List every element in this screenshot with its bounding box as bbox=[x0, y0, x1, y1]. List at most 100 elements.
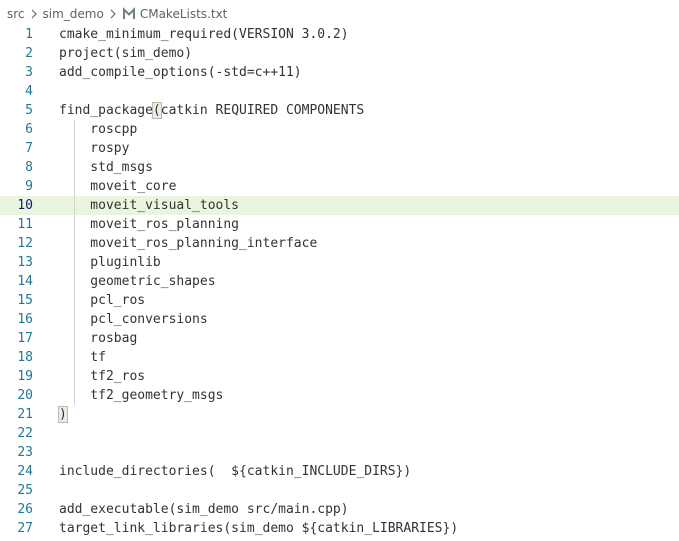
code-line[interactable]: 12 moveit_ros_planning_interface bbox=[0, 234, 679, 253]
line-text[interactable]: add_executable(sim_demo src/main.cpp) bbox=[59, 500, 349, 519]
line-text[interactable]: moveit_ros_planning bbox=[59, 215, 239, 234]
code-line[interactable]: 10 moveit_visual_tools bbox=[0, 196, 679, 215]
code-line[interactable]: 2 project(sim_demo) bbox=[0, 44, 679, 63]
code-token: tf2_ros bbox=[59, 369, 146, 384]
code-line[interactable]: 25 bbox=[0, 481, 679, 500]
line-number: 17 bbox=[17, 331, 33, 346]
code-line[interactable]: 20 tf2_geometry_msgs bbox=[0, 386, 679, 405]
line-text[interactable]: tf2_geometry_msgs bbox=[59, 386, 223, 405]
line-number: 10 bbox=[17, 198, 33, 213]
line-number: 26 bbox=[17, 502, 33, 517]
code-line[interactable]: 4 bbox=[0, 82, 679, 101]
code-token: add_compile_options(-std=c++11) bbox=[59, 65, 302, 80]
code-line[interactable]: 27 target_link_libraries(sim_demo ${catki… bbox=[0, 519, 679, 538]
line-text[interactable]: moveit_visual_tools bbox=[59, 196, 239, 215]
code-token: project(sim_demo) bbox=[59, 46, 193, 61]
code-line[interactable]: 23 bbox=[0, 443, 679, 462]
code-line[interactable]: 16 pcl_conversions bbox=[0, 310, 679, 329]
bracket-match: ) bbox=[58, 406, 68, 423]
line-number: 23 bbox=[17, 445, 33, 460]
code-line[interactable]: 19 tf2_ros bbox=[0, 367, 679, 386]
breadcrumb-item-src[interactable]: src bbox=[7, 7, 25, 21]
code-token: rosbag bbox=[59, 331, 138, 346]
code-editor[interactable]: src sim_demo CMakeLists.txt 1 cmake_minim… bbox=[0, 0, 679, 541]
code-token: geometric_shapes bbox=[59, 274, 216, 289]
code-line[interactable]: 15 pcl_ros bbox=[0, 291, 679, 310]
line-number: 21 bbox=[17, 407, 33, 422]
line-text[interactable]: include_directories( ${catkin_INCLUDE_DI… bbox=[59, 462, 411, 481]
line-number: 9 bbox=[25, 179, 33, 194]
breadcrumb-item-sim-demo[interactable]: sim_demo bbox=[43, 7, 104, 21]
line-number: 4 bbox=[25, 84, 33, 99]
code-line[interactable]: 8 std_msgs bbox=[0, 158, 679, 177]
code-line[interactable]: 3 add_compile_options(-std=c++11) bbox=[0, 63, 679, 82]
code-line[interactable]: 21) bbox=[0, 405, 679, 424]
line-number: 3 bbox=[25, 65, 33, 80]
code-token: catkin REQUIRED COMPONENTS bbox=[160, 103, 365, 118]
line-number: 27 bbox=[17, 521, 33, 536]
line-number: 15 bbox=[17, 293, 33, 308]
line-number: 6 bbox=[25, 122, 33, 137]
line-text[interactable]: pcl_ros bbox=[59, 291, 145, 310]
line-text[interactable]: geometric_shapes bbox=[59, 272, 216, 291]
code-line[interactable]: 26 add_executable(sim_demo src/main.cpp) bbox=[0, 500, 679, 519]
line-text[interactable]: moveit_core bbox=[59, 177, 176, 196]
breadcrumb-item-file[interactable]: CMakeLists.txt bbox=[140, 7, 228, 21]
code-token: find_package bbox=[59, 103, 153, 118]
line-text[interactable]: find_package(catkin REQUIRED COMPONENTS bbox=[59, 101, 364, 120]
line-number: 7 bbox=[25, 141, 33, 156]
code-token: add_executable(sim_demo src/main.cpp) bbox=[59, 502, 349, 517]
line-number: 14 bbox=[17, 274, 33, 289]
line-text[interactable]: project(sim_demo) bbox=[59, 44, 192, 63]
code-token: moveit_core bbox=[59, 179, 177, 194]
code-line[interactable]: 24 include_directories( ${catkin_INCLUDE_… bbox=[0, 462, 679, 481]
line-text[interactable]: std_msgs bbox=[59, 158, 153, 177]
code-line[interactable]: 22 bbox=[0, 424, 679, 443]
chevron-right-icon bbox=[28, 8, 40, 20]
code-line[interactable]: 18 tf bbox=[0, 348, 679, 367]
code-line[interactable]: 17 rosbag bbox=[0, 329, 679, 348]
code-area[interactable]: 1 cmake_minimum_required(VERSION 3.0.2) 2 p… bbox=[0, 25, 679, 538]
bracket-match: ( bbox=[151, 102, 162, 119]
line-number: 20 bbox=[17, 388, 33, 403]
code-token: moveit_ros_planning bbox=[59, 217, 240, 232]
line-text[interactable]: pcl_conversions bbox=[59, 310, 208, 329]
line-text[interactable]: tf bbox=[59, 348, 106, 367]
line-text[interactable]: pluginlib bbox=[59, 253, 161, 272]
line-number: 24 bbox=[17, 464, 33, 479]
line-text[interactable]: rospy bbox=[59, 139, 129, 158]
code-line[interactable]: 6 roscpp bbox=[0, 120, 679, 139]
line-text[interactable]: add_compile_options(-std=c++11) bbox=[59, 63, 302, 82]
code-line[interactable]: 11 moveit_ros_planning bbox=[0, 215, 679, 234]
code-token: moveit_ros_planning_interface bbox=[59, 236, 318, 251]
code-token: pcl_conversions bbox=[59, 312, 208, 327]
chevron-right-icon bbox=[107, 8, 119, 20]
line-text[interactable]: moveit_ros_planning_interface bbox=[59, 234, 317, 253]
code-line[interactable]: 9 moveit_core bbox=[0, 177, 679, 196]
line-text[interactable]: cmake_minimum_required(VERSION 3.0.2) bbox=[59, 25, 349, 44]
code-line[interactable]: 14 geometric_shapes bbox=[0, 272, 679, 291]
code-token: pluginlib bbox=[59, 255, 161, 270]
line-number: 2 bbox=[25, 46, 33, 61]
code-token: roscpp bbox=[59, 122, 138, 137]
code-token: moveit_visual_tools bbox=[59, 198, 240, 213]
line-number: 22 bbox=[17, 426, 33, 441]
code-token: target_link_libraries(sim_demo ${catkin_… bbox=[59, 521, 459, 536]
line-text[interactable]: tf2_ros bbox=[59, 367, 145, 386]
code-line[interactable]: 13 pluginlib bbox=[0, 253, 679, 272]
line-text[interactable]: roscpp bbox=[59, 120, 137, 139]
line-text[interactable]: rosbag bbox=[59, 329, 137, 348]
code-token: std_msgs bbox=[59, 160, 153, 175]
code-line[interactable]: 1 cmake_minimum_required(VERSION 3.0.2) bbox=[0, 25, 679, 44]
line-number: 5 bbox=[25, 103, 33, 118]
line-text[interactable]: target_link_libraries(sim_demo ${catkin_… bbox=[59, 519, 458, 538]
line-number: 18 bbox=[17, 350, 33, 365]
line-text[interactable]: ) bbox=[58, 405, 68, 424]
line-number: 12 bbox=[17, 236, 33, 251]
cmake-file-icon bbox=[122, 7, 136, 21]
line-number: 19 bbox=[17, 369, 33, 384]
code-line[interactable]: 5 find_package(catkin REQUIRED COMPONENTS bbox=[0, 101, 679, 120]
line-number: 11 bbox=[17, 217, 33, 232]
line-number: 8 bbox=[25, 160, 33, 175]
code-line[interactable]: 7 rospy bbox=[0, 139, 679, 158]
